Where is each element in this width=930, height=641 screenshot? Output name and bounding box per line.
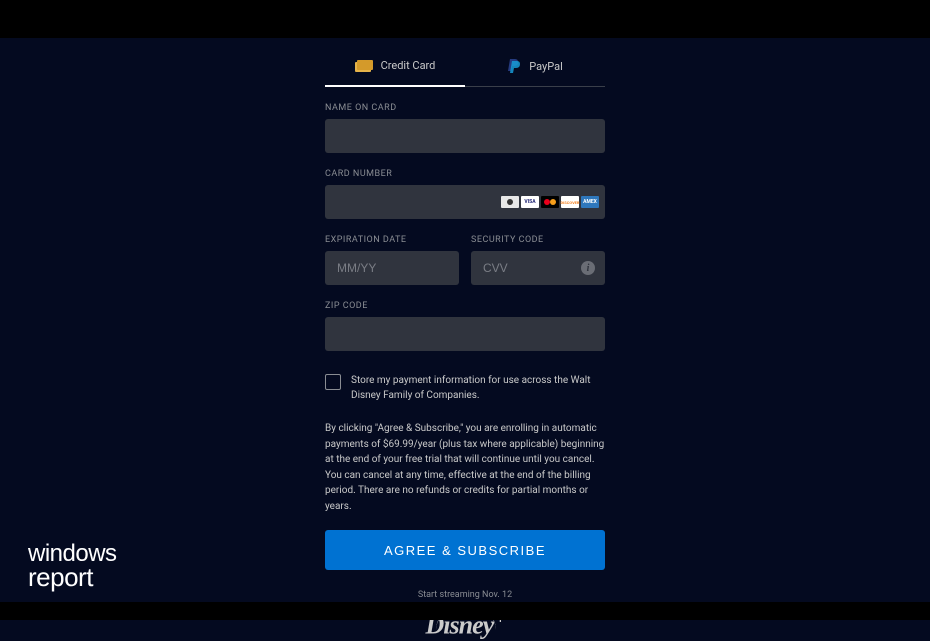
paypal-icon xyxy=(507,58,521,74)
discover-icon: DISCOVER xyxy=(561,196,579,208)
agree-subscribe-button[interactable]: AGREE & SUBSCRIBE xyxy=(325,530,605,570)
name-label: NAME ON CARD xyxy=(325,103,605,113)
payment-method-tabs: Credit Card PayPal xyxy=(325,50,605,87)
name-input[interactable] xyxy=(325,119,605,153)
tab-credit-card[interactable]: Credit Card xyxy=(325,50,465,87)
zip-label: ZIP CODE xyxy=(325,301,605,311)
tab-credit-card-label: Credit Card xyxy=(381,59,436,72)
amex-icon: AMEX xyxy=(581,196,599,208)
cvv-label: SECURITY CODE xyxy=(471,235,605,245)
mastercard-icon xyxy=(541,196,559,208)
top-letterbox-bar xyxy=(0,0,930,38)
expiration-input[interactable] xyxy=(325,251,459,285)
expiration-label: EXPIRATION DATE xyxy=(325,235,459,245)
zip-input[interactable] xyxy=(325,317,605,351)
streaming-date-note: Start streaming Nov. 12 xyxy=(325,590,605,600)
terms-disclaimer: By clicking "Agree & Subscribe," you are… xyxy=(325,421,605,514)
tab-paypal[interactable]: PayPal xyxy=(465,50,605,87)
bottom-letterbox-bar xyxy=(0,602,930,620)
disney-card-icon xyxy=(501,196,519,208)
visa-icon: VISA xyxy=(521,196,539,208)
windows-report-watermark: windows report xyxy=(28,543,117,590)
store-payment-checkbox[interactable] xyxy=(325,374,341,390)
payment-form-container: Credit Card PayPal NAME ON CARD CARD NUM… xyxy=(0,38,930,641)
card-number-label: CARD NUMBER xyxy=(325,169,605,179)
card-brand-icons: VISA DISCOVER AMEX xyxy=(501,196,599,208)
tab-paypal-label: PayPal xyxy=(529,60,563,73)
store-payment-label: Store my payment information for use acr… xyxy=(351,373,605,403)
credit-card-icon xyxy=(355,60,373,72)
watermark-line2: report xyxy=(28,565,117,590)
cvv-info-icon[interactable]: i xyxy=(581,261,595,275)
